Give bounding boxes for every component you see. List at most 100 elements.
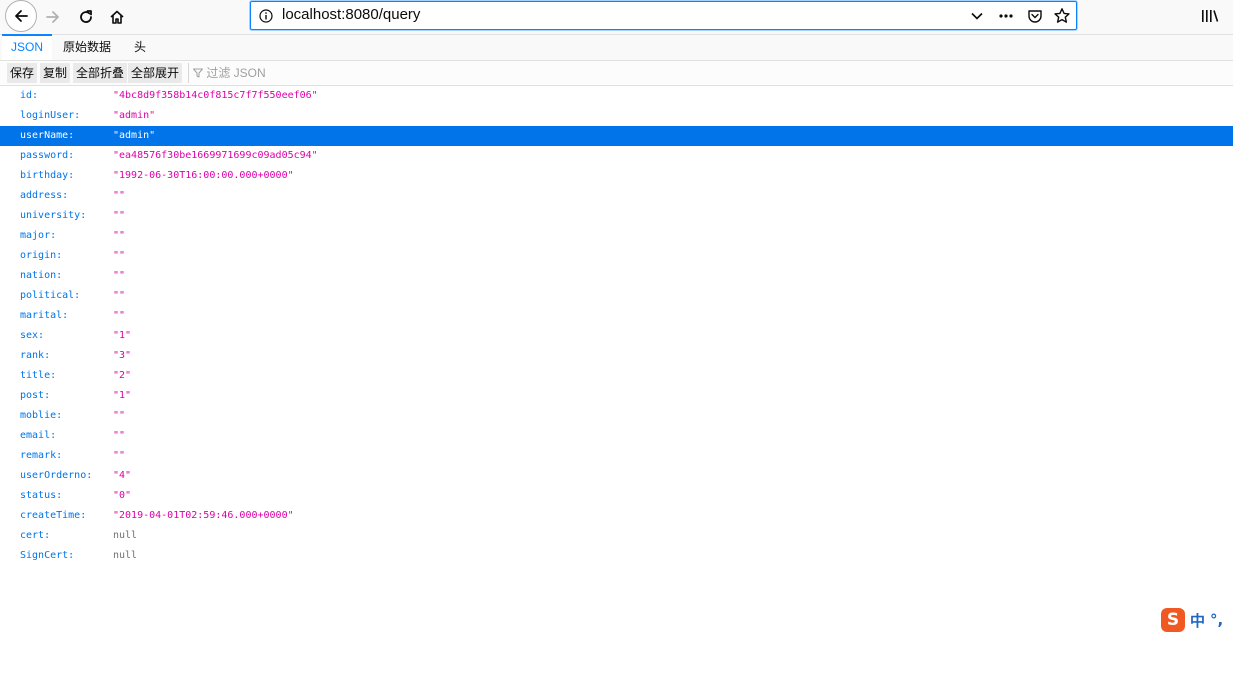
json-row[interactable]: cert: null [0, 526, 1233, 546]
json-value: "" [113, 410, 126, 421]
json-value: "2019-04-01T02:59:46.000+0000" [113, 510, 294, 521]
ime-punctuation[interactable]: °, [1210, 611, 1223, 629]
json-key: moblie: [20, 410, 63, 421]
forward-button[interactable] [38, 2, 68, 32]
json-key: marital: [20, 310, 69, 321]
json-key: status: [20, 490, 63, 501]
json-key: sex: [20, 330, 45, 341]
json-value: "1" [113, 330, 132, 341]
json-key: birthday: [20, 170, 75, 181]
json-value: "" [113, 310, 126, 321]
json-row[interactable]: university: "" [0, 206, 1233, 226]
json-value: "4bc8d9f358b14c0f815c7f7f550eef06" [113, 90, 318, 101]
json-row[interactable]: remark: "" [0, 446, 1233, 466]
ime-language[interactable]: 中 [1190, 610, 1205, 631]
json-row[interactable]: userOrderno: "4" [0, 466, 1233, 486]
json-row[interactable]: title: "2" [0, 366, 1233, 386]
json-rows: id: "4bc8d9f358b14c0f815c7f7f550eef06" log… [0, 86, 1233, 566]
json-key: political: [20, 290, 81, 301]
filter-placeholder: 过滤 JSON [206, 66, 266, 80]
json-key: email: [20, 430, 57, 441]
sogou-logo-icon: S [1161, 608, 1185, 632]
json-row[interactable]: marital: "" [0, 306, 1233, 326]
reload-button[interactable] [71, 2, 101, 32]
json-key: origin: [20, 250, 63, 261]
json-value: "4" [113, 470, 132, 481]
json-row[interactable]: political: "" [0, 286, 1233, 306]
json-value: "" [113, 250, 126, 261]
expand-all-button[interactable]: 全部展开 [128, 63, 183, 83]
json-value: "" [113, 190, 126, 201]
json-row[interactable]: SignCert: null [0, 546, 1233, 566]
json-key: cert: [20, 530, 51, 541]
json-key: nation: [20, 270, 63, 281]
back-arrow-icon [15, 10, 28, 22]
back-button[interactable] [5, 0, 37, 32]
json-row[interactable]: origin: "" [0, 246, 1233, 266]
tab-headers[interactable]: 头 [125, 35, 155, 59]
collapse-all-button[interactable]: 全部折叠 [73, 63, 128, 83]
json-value: "3" [113, 350, 132, 361]
json-row[interactable]: rank: "3" [0, 346, 1233, 366]
filter-json-input[interactable]: 过滤 JSON [188, 63, 266, 83]
json-key: userName: [20, 130, 75, 141]
tab-raw-data[interactable]: 原始数据 [54, 35, 120, 59]
json-key: title: [20, 370, 57, 381]
json-row[interactable]: loginUser: "admin" [0, 106, 1233, 126]
chevron-down-icon[interactable] [967, 6, 987, 26]
json-row[interactable]: createTime: "2019-04-01T02:59:46.000+0000… [0, 506, 1233, 526]
json-key: post: [20, 390, 51, 401]
json-row[interactable]: birthday: "1992-06-30T16:00:00.000+0000" [0, 166, 1233, 186]
star-icon[interactable] [1052, 6, 1072, 26]
library-icon[interactable] [1200, 6, 1220, 26]
browser-navbar: localhost:8080/query [0, 0, 1233, 35]
json-value: "1" [113, 390, 132, 401]
json-row[interactable]: sex: "1" [0, 326, 1233, 346]
info-icon[interactable] [256, 6, 276, 26]
filter-icon [193, 68, 203, 78]
json-row[interactable]: password: "ea48576f30be1669971699c09ad05c… [0, 146, 1233, 166]
json-value: "1992-06-30T16:00:00.000+0000" [113, 170, 294, 181]
json-key: userOrderno: [20, 470, 93, 481]
json-value: "" [113, 270, 126, 281]
tab-json[interactable]: JSON [2, 34, 53, 60]
forward-arrow-icon [46, 11, 59, 23]
json-value: "" [113, 430, 126, 441]
home-button[interactable] [102, 2, 132, 32]
json-row[interactable]: nation: "" [0, 266, 1233, 286]
json-value: "2" [113, 370, 132, 381]
json-key: SignCert: [20, 550, 75, 561]
json-value: "ea48576f30be1669971699c09ad05c94" [113, 150, 318, 161]
url-bar[interactable]: localhost:8080/query [250, 1, 1077, 30]
json-value: "" [113, 210, 126, 221]
json-row[interactable]: id: "4bc8d9f358b14c0f815c7f7f550eef06" [0, 86, 1233, 106]
json-row[interactable]: moblie: "" [0, 406, 1233, 426]
url-text[interactable]: localhost:8080/query [282, 6, 420, 23]
pocket-icon[interactable] [1025, 6, 1045, 26]
json-value: "" [113, 450, 126, 461]
json-value: "admin" [113, 110, 156, 121]
json-value: null [113, 550, 138, 561]
json-value: "admin" [113, 130, 156, 141]
json-row[interactable]: post: "1" [0, 386, 1233, 406]
json-row[interactable]: email: "" [0, 426, 1233, 446]
json-key: createTime: [20, 510, 87, 521]
save-button[interactable]: 保存 [7, 63, 38, 83]
json-key: rank: [20, 350, 51, 361]
json-value: "" [113, 230, 126, 241]
json-row[interactable]: userName: "admin" [0, 126, 1233, 146]
json-key: address: [20, 190, 69, 201]
home-icon [110, 10, 124, 24]
json-value: null [113, 530, 138, 541]
copy-button[interactable]: 复制 [40, 63, 71, 83]
json-key: id: [20, 90, 39, 101]
viewer-toolbar: 保存 复制 全部折叠 全部展开 过滤 JSON [0, 61, 1233, 86]
json-key: major: [20, 230, 57, 241]
json-row[interactable]: address: "" [0, 186, 1233, 206]
json-key: remark: [20, 450, 63, 461]
json-key: password: [20, 150, 75, 161]
more-icon[interactable] [996, 6, 1016, 26]
json-row[interactable]: major: "" [0, 226, 1233, 246]
json-row[interactable]: status: "0" [0, 486, 1233, 506]
ime-indicator[interactable]: S 中 °, [1161, 607, 1233, 633]
